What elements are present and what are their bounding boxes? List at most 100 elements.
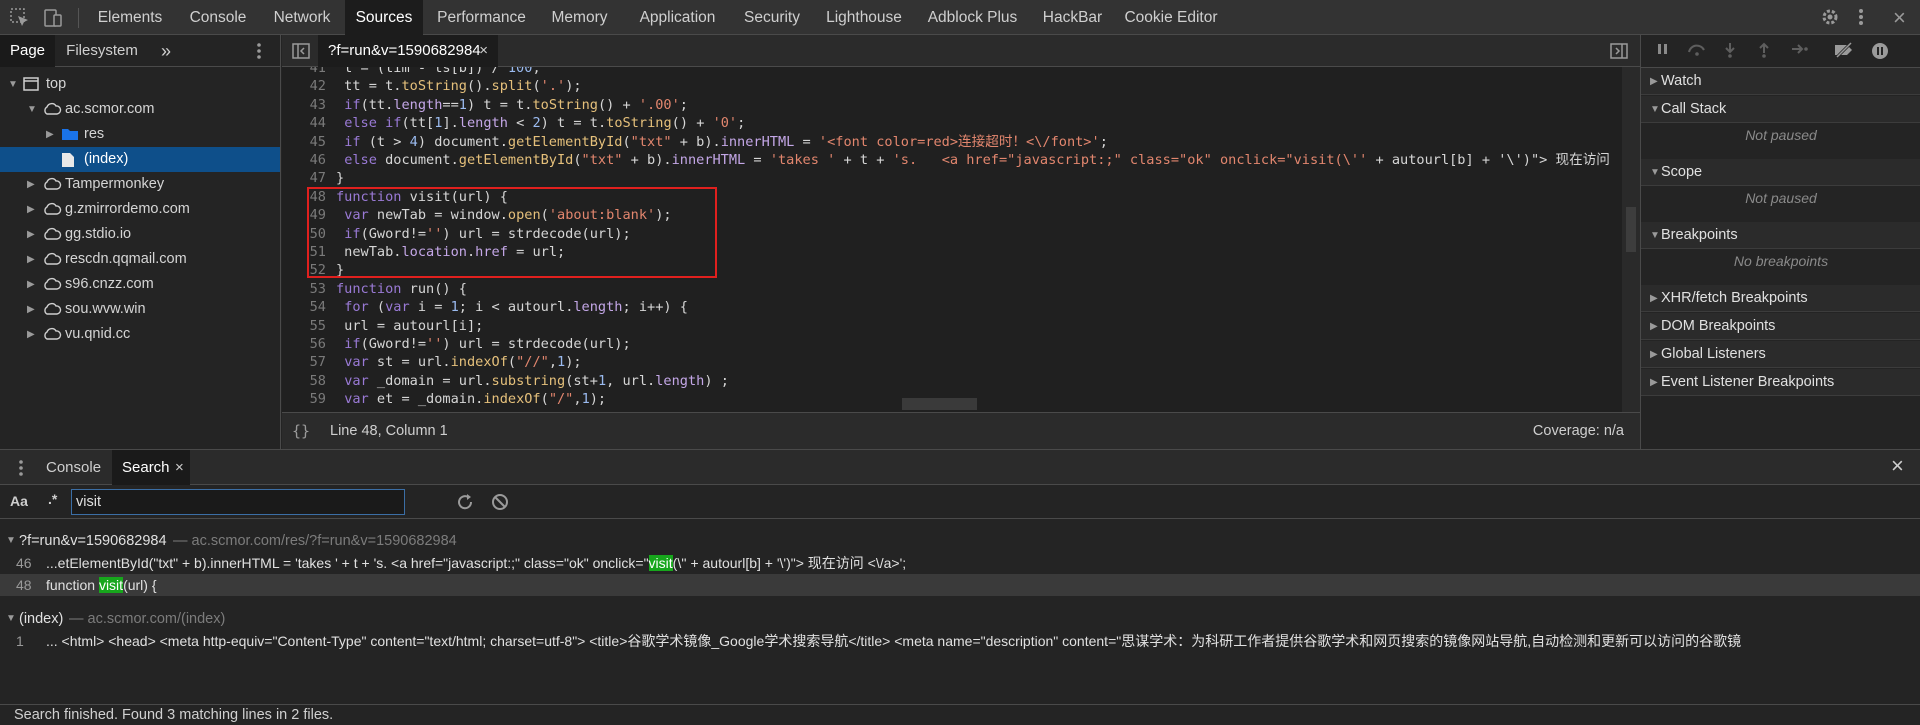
section-call-stack[interactable]: ▼ Call Stack [1641, 96, 1920, 123]
drawer-menu-icon[interactable] [18, 458, 24, 481]
search-input[interactable] [71, 489, 405, 515]
drawer-tab-search[interactable]: Search × [112, 450, 190, 485]
toggle-navigator-icon[interactable] [292, 43, 310, 62]
line-number[interactable]: 47 [282, 169, 326, 187]
tab-elements[interactable]: Elements [86, 0, 174, 35]
tab-performance[interactable]: Performance [428, 0, 535, 35]
step-into-icon[interactable] [1723, 42, 1737, 62]
search-result-line[interactable]: 1 ... <html> <head> <meta http-equiv="Con… [0, 630, 1920, 652]
line-number[interactable]: 45 [282, 133, 326, 151]
expanded-triangle-icon[interactable]: ▼ [8, 72, 18, 97]
deactivate-breakpoints-icon[interactable] [1833, 41, 1855, 62]
collapsed-triangle-icon[interactable]: ▶ [1650, 369, 1658, 396]
code-line[interactable]: 44 else if(tt[1].length < 2) t = t.toStr… [282, 114, 1622, 132]
search-result-line[interactable]: 48 function visit(url) { [0, 574, 1920, 596]
search-result-line[interactable]: 46 ...etElementById("txt" + b).innerHTML … [0, 552, 1920, 574]
code-line[interactable]: 54 for (var i = 1; i < autourl.length; i… [282, 298, 1622, 316]
collapsed-triangle-icon[interactable]: ▶ [27, 197, 35, 222]
section-global-listeners[interactable]: ▶ Global Listeners [1641, 341, 1920, 368]
collapsed-triangle-icon[interactable]: ▶ [1650, 341, 1658, 368]
tab-lighthouse[interactable]: Lighthouse [815, 0, 913, 35]
line-number[interactable]: 56 [282, 335, 326, 353]
tree-item-sou-wvw-win[interactable]: ▶ sou.wvw.win [0, 297, 280, 322]
code-line[interactable]: 55 url = autourl[i]; [282, 317, 1622, 335]
tab-sources[interactable]: Sources [345, 0, 423, 35]
line-number[interactable]: 42 [282, 77, 326, 95]
tab-console[interactable]: Console [178, 0, 258, 35]
toggle-debugger-icon[interactable] [1610, 43, 1628, 62]
step-out-icon[interactable] [1757, 42, 1771, 62]
tab-adblock-plus[interactable]: Adblock Plus [916, 0, 1029, 35]
collapsed-triangle-icon[interactable]: ▶ [27, 222, 35, 247]
collapsed-triangle-icon[interactable]: ▶ [1650, 68, 1658, 95]
code-line[interactable]: 45 if (t > 4) document.getElementById("t… [282, 133, 1622, 151]
close-search-tab-icon[interactable]: × [175, 450, 184, 485]
collapsed-triangle-icon[interactable]: ▶ [1650, 313, 1658, 340]
tab-cookie-editor[interactable]: Cookie Editor [1116, 0, 1226, 35]
collapsed-triangle-icon[interactable]: ▶ [1650, 285, 1658, 312]
tree-item-top[interactable]: ▼ top [0, 72, 280, 97]
line-number[interactable]: 41 [282, 67, 326, 77]
line-number[interactable]: 54 [282, 298, 326, 316]
code-line[interactable]: 46 else document.getElementById("txt" + … [282, 151, 1622, 169]
tree-item-res[interactable]: ▶ res [0, 122, 280, 147]
tab-memory[interactable]: Memory [537, 0, 622, 35]
collapsed-triangle-icon[interactable]: ▶ [27, 272, 35, 297]
close-devtools-icon[interactable]: × [1893, 5, 1906, 31]
collapsed-triangle-icon[interactable]: ▶ [27, 247, 35, 272]
more-tabs-chevron-icon[interactable]: » [156, 35, 176, 67]
refresh-search-icon[interactable] [456, 493, 474, 514]
line-number[interactable]: 57 [282, 353, 326, 371]
line-number[interactable]: 59 [282, 390, 326, 408]
line-number[interactable]: 58 [282, 372, 326, 390]
tab-network[interactable]: Network [262, 0, 342, 35]
line-number[interactable]: 53 [282, 280, 326, 298]
tab-security[interactable]: Security [731, 0, 813, 35]
code-line[interactable]: 57 var st = url.indexOf("//",1); [282, 353, 1622, 371]
tree-item-vu-qnid-cc[interactable]: ▶ vu.qnid.cc [0, 322, 280, 347]
editor-horizontal-scrollbar[interactable] [902, 398, 977, 410]
section-scope[interactable]: ▼ Scope [1641, 159, 1920, 186]
more-options-icon[interactable] [1858, 7, 1864, 32]
tree-item-g-zmirrordemo-com[interactable]: ▶ g.zmirrordemo.com [0, 197, 280, 222]
expanded-triangle-icon[interactable]: ▼ [1650, 159, 1660, 186]
clear-search-icon[interactable] [491, 493, 509, 514]
code-line[interactable]: 53 function run() { [282, 280, 1622, 298]
step-over-icon[interactable] [1687, 42, 1707, 60]
inspect-element-icon[interactable] [9, 7, 31, 29]
code-line[interactable]: 56 if(Gword!='') url = strdecode(url); [282, 335, 1622, 353]
tree-item-ac-scmor-com[interactable]: ▼ ac.scmor.com [0, 97, 280, 122]
section-dom-breakpoints[interactable]: ▶ DOM Breakpoints [1641, 313, 1920, 340]
code-line[interactable]: 43 if(tt.length==1) t = t.toString() + '… [282, 96, 1622, 114]
editor-file-tab[interactable]: ?f=run&v=1590682984 × [318, 35, 498, 67]
pause-resume-icon[interactable] [1656, 42, 1670, 60]
section-watch[interactable]: ▶ Watch [1641, 68, 1920, 95]
tab-application[interactable]: Application [626, 0, 729, 35]
code-line[interactable]: 47} [282, 169, 1622, 187]
navigator-menu-icon[interactable] [256, 41, 262, 64]
collapsed-triangle-icon[interactable]: ▶ [27, 297, 35, 322]
pretty-print-icon[interactable]: {} [292, 413, 310, 449]
close-drawer-icon[interactable]: × [1891, 453, 1904, 479]
device-toolbar-icon[interactable] [42, 7, 64, 29]
section-event-listener-breakpoints[interactable]: ▶ Event Listener Breakpoints [1641, 369, 1920, 396]
step-icon[interactable] [1791, 42, 1809, 60]
tree-item-index[interactable]: (index) [0, 147, 280, 172]
tree-item-tampermonkey[interactable]: ▶ Tampermonkey [0, 172, 280, 197]
tab-page[interactable]: Page [0, 35, 55, 67]
line-number[interactable]: 44 [282, 114, 326, 132]
result-file-header[interactable]: ▼ (index) — ac.scmor.com/(index) [0, 608, 1920, 630]
tree-item-rescdn-qqmail-com[interactable]: ▶ rescdn.qqmail.com [0, 247, 280, 272]
section-xhr-fetch-breakpoints[interactable]: ▶ XHR/fetch Breakpoints [1641, 285, 1920, 312]
match-case-toggle[interactable]: Aa [10, 493, 28, 509]
line-number[interactable]: 46 [282, 151, 326, 169]
pause-on-exceptions-icon[interactable] [1871, 42, 1889, 64]
drawer-tab-console[interactable]: Console [38, 450, 108, 485]
line-number[interactable]: 55 [282, 317, 326, 335]
code-line[interactable]: 58 var _domain = url.substring(st+1, url… [282, 372, 1622, 390]
expanded-triangle-icon[interactable]: ▼ [6, 530, 16, 552]
code-line[interactable]: 41 t = (tim - ts[b]) / 100; [282, 67, 1622, 77]
result-file-header[interactable]: ▼ ?f=run&v=1590682984 — ac.scmor.com/res/?… [0, 530, 1920, 552]
collapsed-triangle-icon[interactable]: ▶ [27, 322, 35, 347]
close-tab-icon[interactable]: × [479, 35, 488, 67]
